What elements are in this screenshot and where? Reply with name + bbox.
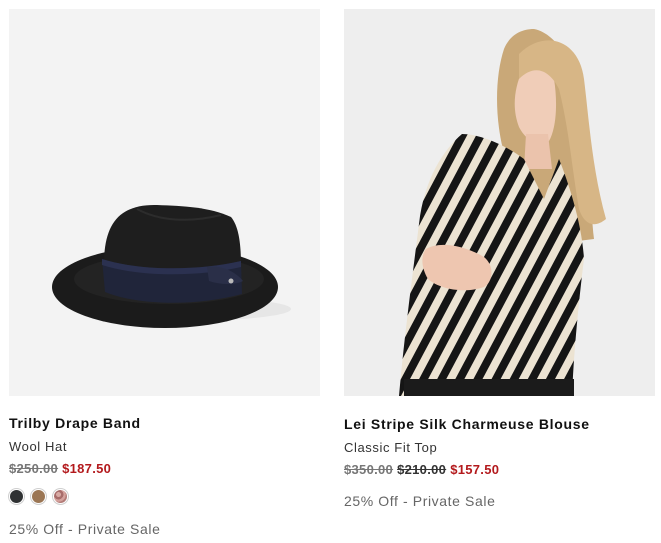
product-image-blouse[interactable] [344, 9, 655, 396]
sale-price: $187.50 [62, 461, 112, 476]
original-price: $250.00 [9, 461, 59, 476]
original-price: $350.00 [344, 462, 394, 477]
swatch-tan[interactable] [32, 490, 45, 503]
reduced-price: $210.00 [397, 462, 447, 477]
price-block: $350.00 $210.00 $157.50 [344, 462, 499, 477]
sale-price: $157.50 [450, 462, 500, 477]
product-name[interactable]: Lei Stripe Silk Charmeuse Blouse [344, 416, 590, 432]
product-subtitle: Classic Fit Top [344, 440, 438, 455]
swatch-black[interactable] [10, 490, 23, 503]
product-image-hat[interactable] [9, 9, 320, 396]
promo-text: 25% Off - Private Sale [344, 493, 496, 509]
product-subtitle: Wool Hat [9, 439, 68, 454]
swatch-pink-pattern[interactable] [54, 490, 67, 503]
promo-text: 25% Off - Private Sale [9, 521, 161, 537]
price-block: $250.00 $187.50 [9, 461, 111, 476]
product-name[interactable]: Trilby Drape Band [9, 415, 141, 431]
color-swatches [9, 489, 75, 505]
